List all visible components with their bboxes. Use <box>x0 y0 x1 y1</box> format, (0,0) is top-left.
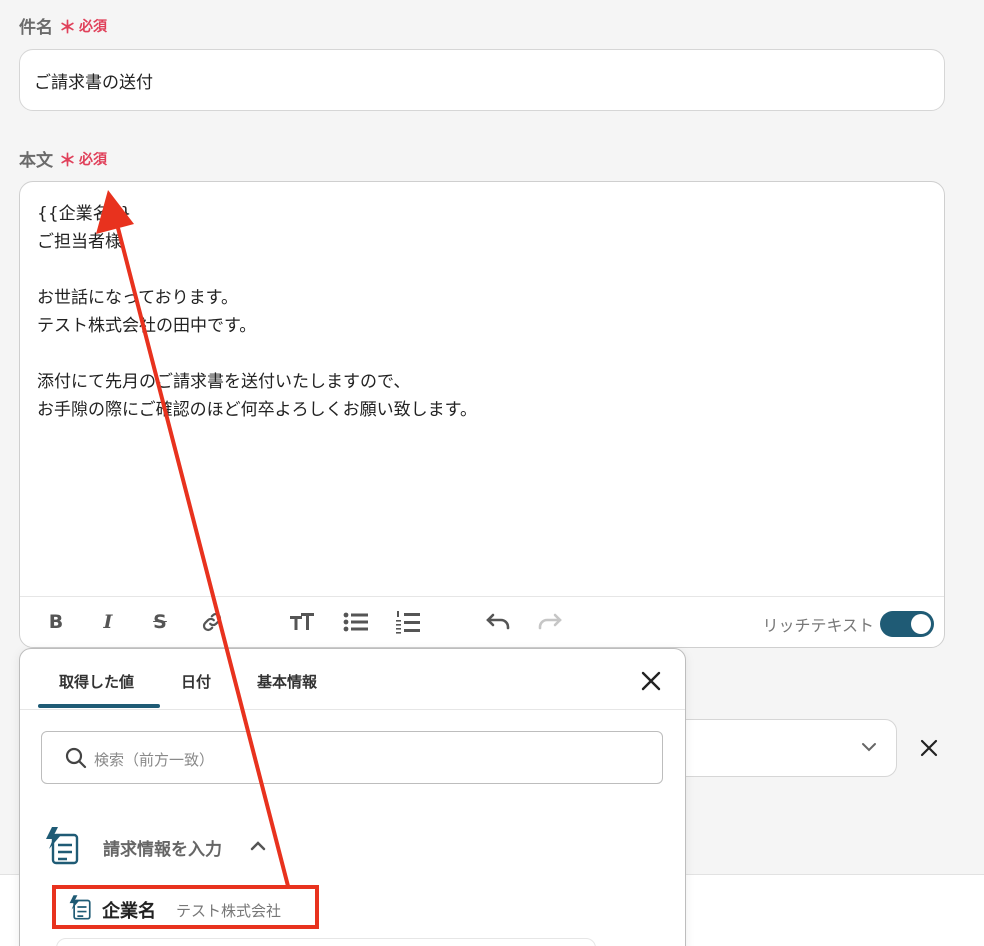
italic-icon: I <box>103 611 113 633</box>
body-line: テスト株式会社の田中です。 <box>37 316 257 336</box>
body-line: お世話になっております。 <box>37 288 238 308</box>
body-line <box>37 256 927 284</box>
body-label: 本文 ＊ 必須 <box>19 146 107 171</box>
rich-text-toggle[interactable] <box>880 611 934 637</box>
subject-value: ご請求書の送付 <box>34 72 153 93</box>
group-label: 請求情報を入力 <box>103 840 222 860</box>
body-line: お手隙の際にご確認のほど何卒よろしくお願い致します。 <box>37 400 477 420</box>
body-line <box>37 340 927 368</box>
required-mark: ＊ <box>59 18 76 38</box>
close-icon[interactable] <box>639 669 663 693</box>
toggle-knob <box>911 614 931 634</box>
required-mark: ＊ <box>59 151 76 171</box>
subject-label: 件名 ＊ 必須 <box>19 13 107 38</box>
chevron-down-icon <box>862 743 876 752</box>
editor-toolbar: B I S リッチテキスト <box>20 596 944 648</box>
search-input[interactable]: 検索（前方一致） <box>41 731 663 784</box>
body-line: {{企業名}} <box>37 204 132 224</box>
tab-basic-info[interactable]: 基本情報 <box>257 671 317 692</box>
body-text[interactable]: {{企業名}} ご担当者様 お世話になっております。 テスト株式会社の田中です。… <box>37 200 927 424</box>
tab-date[interactable]: 日付 <box>181 671 211 692</box>
undo-icon <box>486 613 510 630</box>
picker-tabs: 取得した値 日付 基本情報 <box>20 649 685 710</box>
required-text: 必須 <box>79 18 107 35</box>
active-tab-indicator <box>38 704 160 708</box>
numbered-list-button[interactable] <box>394 609 422 635</box>
bold-icon: B <box>48 611 64 633</box>
rich-text-label: リッチテキスト <box>762 616 874 635</box>
body-line: 添付にて先月のご請求書を送付いたしますので、 <box>37 372 411 392</box>
remove-icon[interactable] <box>918 737 940 759</box>
text-size-button[interactable] <box>288 609 316 635</box>
list-item[interactable] <box>56 938 596 946</box>
bullet-list-icon <box>343 612 368 632</box>
bold-button[interactable]: B <box>42 609 70 635</box>
redo-icon <box>538 613 562 630</box>
link-icon <box>202 612 222 632</box>
tab-acquired-values[interactable]: 取得した値 <box>59 671 134 692</box>
subject-input[interactable]: ご請求書の送付 <box>19 49 945 111</box>
link-button[interactable] <box>198 609 226 635</box>
undo-button[interactable] <box>484 609 512 635</box>
bullet-list-button[interactable] <box>342 609 370 635</box>
body-editor[interactable]: {{企業名}} ご担当者様 お世話になっております。 テスト株式会社の田中です。… <box>19 181 945 648</box>
italic-button[interactable]: I <box>94 609 122 635</box>
numbered-list-icon <box>396 611 420 634</box>
group-header[interactable]: 請求情報を入力 <box>44 825 644 865</box>
form-input-icon <box>46 827 79 865</box>
required-text: 必須 <box>79 151 107 168</box>
strikethrough-icon: S <box>153 611 167 633</box>
text-size-icon <box>290 613 314 630</box>
subject-label-text: 件名 <box>19 18 53 38</box>
strikethrough-button[interactable]: S <box>146 609 174 635</box>
search-icon <box>65 747 87 769</box>
search-placeholder: 検索（前方一致） <box>94 751 215 769</box>
body-line: ご担当者様 <box>37 232 122 252</box>
annotation-highlight-box <box>52 885 319 929</box>
redo-button[interactable] <box>536 609 564 635</box>
chevron-up-icon[interactable] <box>249 838 267 852</box>
body-label-text: 本文 <box>19 151 53 171</box>
